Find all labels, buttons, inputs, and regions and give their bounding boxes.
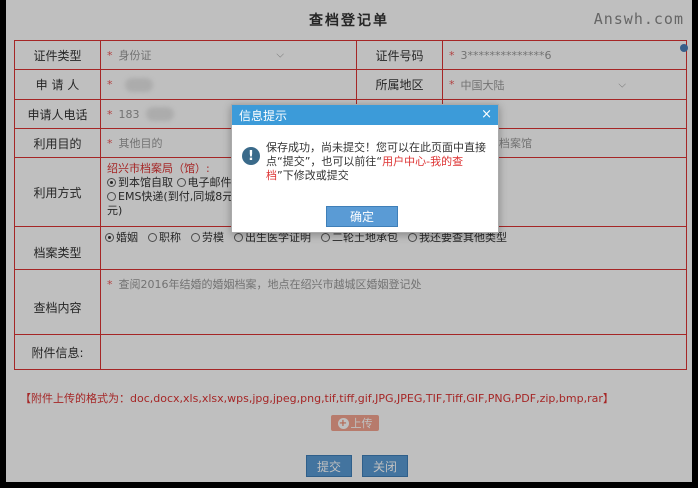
dialog-message: 保存成功，尚未提交！您可以在此页面中直接点“提交”，也可以前往“用户中心-我的查… [266, 141, 486, 182]
modal-overlay [0, 0, 698, 488]
exclamation-icon: ! [242, 147, 260, 165]
info-dialog: 信息提示 × ! 保存成功，尚未提交！您可以在此页面中直接点“提交”，也可以前往… [231, 104, 499, 233]
dialog-title: 信息提示 [239, 108, 288, 123]
ok-button[interactable]: 确定 [326, 206, 398, 227]
dialog-header: 信息提示 × [232, 105, 498, 125]
dialog-body: ! 保存成功，尚未提交！您可以在此页面中直接点“提交”，也可以前往“用户中心-我… [232, 125, 498, 183]
close-icon[interactable]: × [481, 107, 492, 122]
